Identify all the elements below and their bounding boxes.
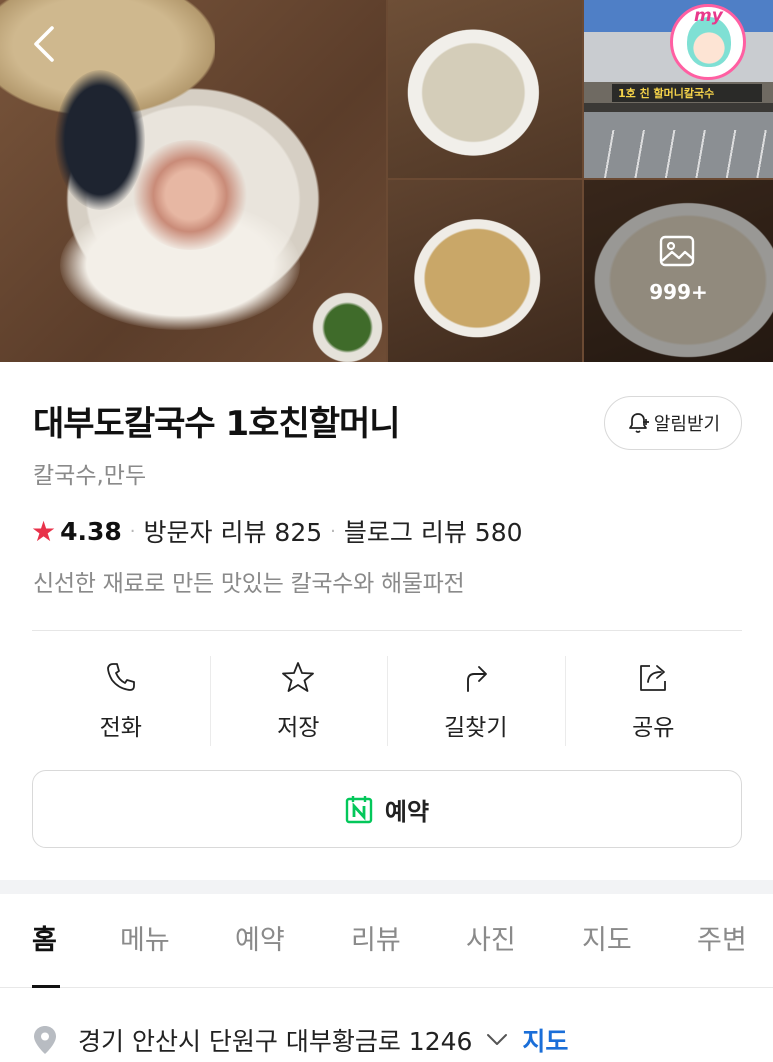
photo-gallery[interactable]: 1호 친 할머니칼국수 my 999+ bbox=[0, 0, 773, 362]
image-gallery-icon bbox=[659, 235, 695, 267]
notify-label: 알림받기 bbox=[653, 414, 721, 435]
tab-nearby[interactable]: 주변 bbox=[697, 918, 747, 957]
section-separator bbox=[0, 880, 773, 894]
directions-button[interactable]: 길찾기 bbox=[387, 656, 565, 746]
rating-row: ★ 4.38 · 방문자 리뷰 825 · 블로그 리뷰 580 bbox=[31, 514, 523, 548]
tab-map[interactable]: 지도 bbox=[582, 918, 632, 957]
tab-reviews[interactable]: 리뷰 bbox=[351, 918, 401, 957]
rating-star-icon: ★ bbox=[31, 514, 57, 548]
tab-menu[interactable]: 메뉴 bbox=[120, 918, 170, 957]
chevron-down-icon[interactable] bbox=[486, 1033, 508, 1047]
call-button[interactable]: 전화 bbox=[32, 656, 210, 746]
notify-button[interactable]: 알림받기 bbox=[604, 396, 742, 450]
back-chevron-icon[interactable] bbox=[24, 22, 64, 66]
separator-dot: · bbox=[129, 520, 136, 542]
photo-seafood-pancake[interactable] bbox=[388, 180, 582, 362]
my-badge-label: my bbox=[694, 6, 723, 26]
directions-icon bbox=[466, 666, 487, 692]
more-photos-overlay[interactable] bbox=[584, 180, 773, 362]
share-icon bbox=[640, 665, 667, 691]
photo-count: 999+ bbox=[649, 280, 708, 304]
photo-clam-soup[interactable] bbox=[388, 0, 582, 178]
photo-storefront[interactable]: 1호 친 할머니칼국수 my bbox=[584, 0, 773, 178]
rating-score: 4.38 bbox=[60, 516, 122, 546]
active-tab-indicator bbox=[32, 985, 60, 988]
place-name: 대부도칼국수 1호친할머니 bbox=[33, 404, 401, 444]
naver-booking-icon bbox=[345, 796, 373, 824]
separator-dot: · bbox=[330, 520, 336, 542]
tab-bar: 홈 메뉴 예약 리뷰 사진 지도 주변 bbox=[0, 894, 773, 988]
star-icon bbox=[282, 662, 315, 692]
location-pin-icon bbox=[34, 1026, 56, 1054]
tab-home[interactable]: 홈 bbox=[32, 918, 57, 957]
reserve-label: 예약 bbox=[384, 797, 430, 826]
blog-reviews-link[interactable]: 블로그 리뷰 580 bbox=[344, 513, 523, 549]
save-button[interactable]: 저장 bbox=[209, 656, 388, 746]
map-link[interactable]: 지도 bbox=[522, 1022, 568, 1058]
reserve-button[interactable]: 예약 bbox=[32, 770, 742, 848]
bell-plus-icon bbox=[629, 413, 649, 433]
visitor-reviews-link[interactable]: 방문자 리뷰 825 bbox=[144, 513, 323, 549]
tab-photos[interactable]: 사진 bbox=[466, 918, 516, 957]
store-sign: 1호 친 할머니칼국수 bbox=[612, 84, 762, 102]
address-text: 경기 안산시 단원구 대부황금로 1246 bbox=[78, 1027, 473, 1056]
address-row: 경기 안산시 단원구 대부황금로 1246 지도 bbox=[32, 1020, 752, 1060]
tab-reservation[interactable]: 예약 bbox=[235, 918, 285, 957]
divider bbox=[32, 630, 742, 631]
share-button[interactable]: 공유 bbox=[564, 656, 743, 746]
action-bar: 전화 저장 길찾기 공유 bbox=[32, 656, 742, 746]
place-category: 칼국수,만두 bbox=[33, 463, 147, 489]
place-description: 신선한 재료로 만든 맛있는 칼국수와 해물파전 bbox=[33, 571, 465, 597]
phone-icon bbox=[106, 663, 135, 691]
